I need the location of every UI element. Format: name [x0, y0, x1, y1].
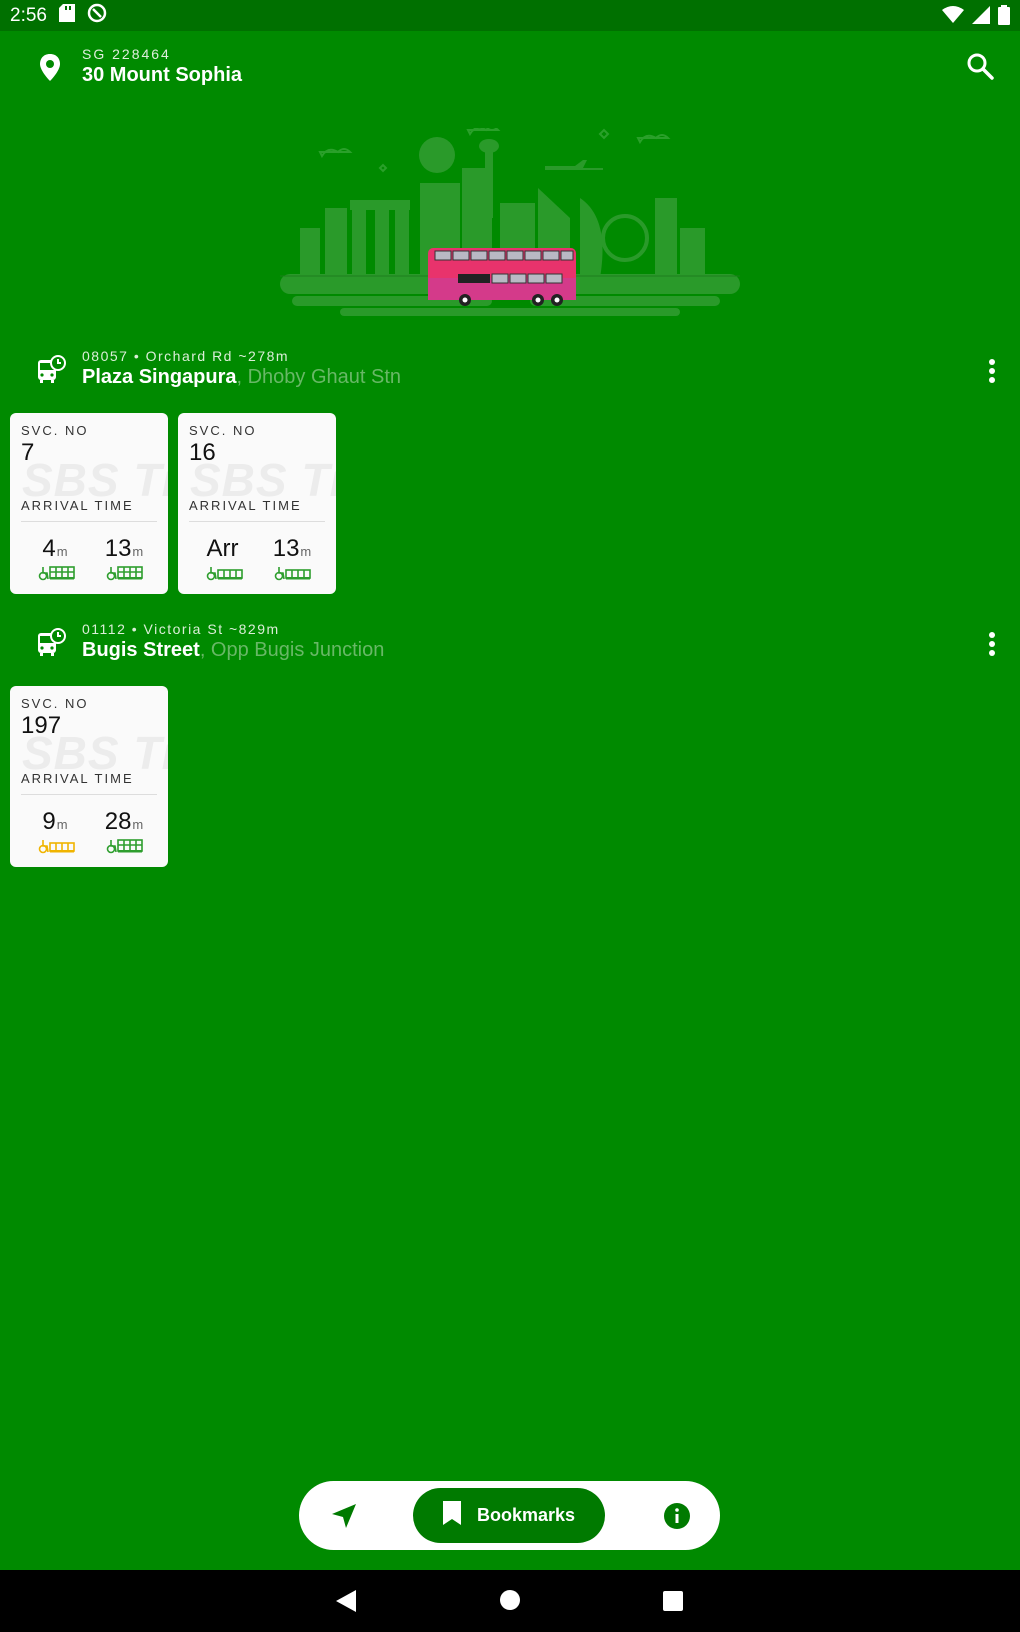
- bookmarks-tab[interactable]: Bookmarks: [413, 1488, 605, 1543]
- eta-value: 28: [104, 808, 132, 835]
- divider: [21, 521, 157, 522]
- service-number: 7: [21, 439, 35, 466]
- service-number: 16: [189, 439, 216, 466]
- arrival-time-label: ARRIVAL TIME: [21, 498, 134, 513]
- eta-unit: m: [56, 544, 68, 559]
- skyline-illustration: [280, 126, 740, 324]
- arrival-time-label: ARRIVAL TIME: [189, 498, 302, 513]
- wheelchair-double-deck-icon: [106, 838, 144, 859]
- eta-value: 13: [272, 535, 300, 562]
- bus-stop-header[interactable]: 01112 • Victoria St ~829m Bugis Street, …: [0, 617, 1020, 667]
- location-header[interactable]: SG 228464 30 Mount Sophia: [0, 38, 1020, 98]
- search-icon[interactable]: [966, 52, 994, 85]
- eta-value: 13: [104, 535, 132, 562]
- bus-stop-title: Plaza Singapura: [82, 366, 237, 388]
- bus-stop-meta: 01112 • Victoria St ~829m: [82, 621, 280, 637]
- service-number: 197: [21, 712, 62, 739]
- back-icon[interactable]: [336, 1590, 356, 1617]
- eta-value: 4: [42, 535, 56, 562]
- eta-next: 4m: [20, 535, 90, 563]
- service-card[interactable]: SBS Tr SVC. NO 7 ARRIVAL TIME 4m 13m: [10, 413, 168, 594]
- eta-value: 9: [42, 808, 56, 835]
- wifi-icon: [942, 6, 964, 29]
- home-icon[interactable]: [500, 1590, 520, 1615]
- bookmarks-label: Bookmarks: [476, 1505, 576, 1525]
- bus-stop-icon: [36, 354, 66, 389]
- divider: [189, 521, 325, 522]
- svc-no-label: SVC. NO: [189, 423, 257, 438]
- bus-stop-road: , Dhoby Ghaut Stn: [236, 366, 402, 388]
- sd-card-icon: [58, 4, 75, 27]
- bus-stop-name: Bugis Street, Opp Bugis Junction: [82, 639, 384, 662]
- bottom-navigation: Bookmarks: [299, 1481, 720, 1550]
- eta-unit: m: [132, 817, 144, 832]
- wheelchair-single-deck-icon: [274, 565, 312, 586]
- eta-next: 9m: [20, 808, 90, 836]
- eta-subsequent: 28m: [89, 808, 159, 836]
- current-address: 30 Mount Sophia: [82, 64, 242, 86]
- location-pin-icon: [38, 54, 62, 87]
- eta-unit: m: [56, 817, 68, 832]
- eta-unit: m: [132, 544, 144, 559]
- data-saver-icon: [87, 3, 107, 28]
- eta-subsequent: 13m: [89, 535, 159, 563]
- battery-icon: [998, 5, 1010, 30]
- eta-unit: m: [300, 544, 312, 559]
- service-card[interactable]: SBS Tr SVC. NO 197 ARRIVAL TIME 9m 28m: [10, 686, 168, 867]
- eta-subsequent: 13m: [257, 535, 327, 563]
- status-bar: 2:56: [0, 0, 1020, 31]
- service-card[interactable]: SBS Tr SVC. NO 16 ARRIVAL TIME Arr 13m: [178, 413, 336, 594]
- system-navigation-bar: [0, 1570, 1020, 1632]
- navigation-arrow-icon[interactable]: [331, 1503, 357, 1534]
- more-vert-icon[interactable]: [988, 358, 996, 389]
- svc-no-label: SVC. NO: [21, 696, 89, 711]
- bookmark-icon: [442, 1501, 461, 1530]
- divider: [21, 794, 157, 795]
- recents-icon[interactable]: [663, 1591, 683, 1616]
- info-icon[interactable]: [664, 1503, 690, 1534]
- wheelchair-single-deck-icon: [206, 565, 244, 586]
- wheelchair-double-deck-icon: [38, 565, 76, 586]
- eta-next: Arr: [188, 535, 258, 563]
- signal-icon: [972, 6, 990, 29]
- eta-value: Arr: [206, 535, 239, 562]
- more-vert-icon[interactable]: [988, 631, 996, 662]
- arrival-time-label: ARRIVAL TIME: [21, 771, 134, 786]
- bus-stop-road: , Opp Bugis Junction: [199, 639, 385, 661]
- bus-stop-name: Plaza Singapura, Dhoby Ghaut Stn: [82, 366, 401, 389]
- postal-code: SG 228464: [82, 46, 171, 62]
- bus-stop-meta: 08057 • Orchard Rd ~278m: [82, 348, 290, 364]
- wheelchair-double-deck-icon: [106, 565, 144, 586]
- status-time: 2:56: [10, 4, 47, 26]
- svc-no-label: SVC. NO: [21, 423, 89, 438]
- bus-stop-title: Bugis Street: [82, 639, 200, 661]
- bus-stop-icon: [36, 627, 66, 662]
- bus-stop-header[interactable]: 08057 • Orchard Rd ~278m Plaza Singapura…: [0, 344, 1020, 394]
- wheelchair-single-deck-amber-icon: [38, 838, 76, 859]
